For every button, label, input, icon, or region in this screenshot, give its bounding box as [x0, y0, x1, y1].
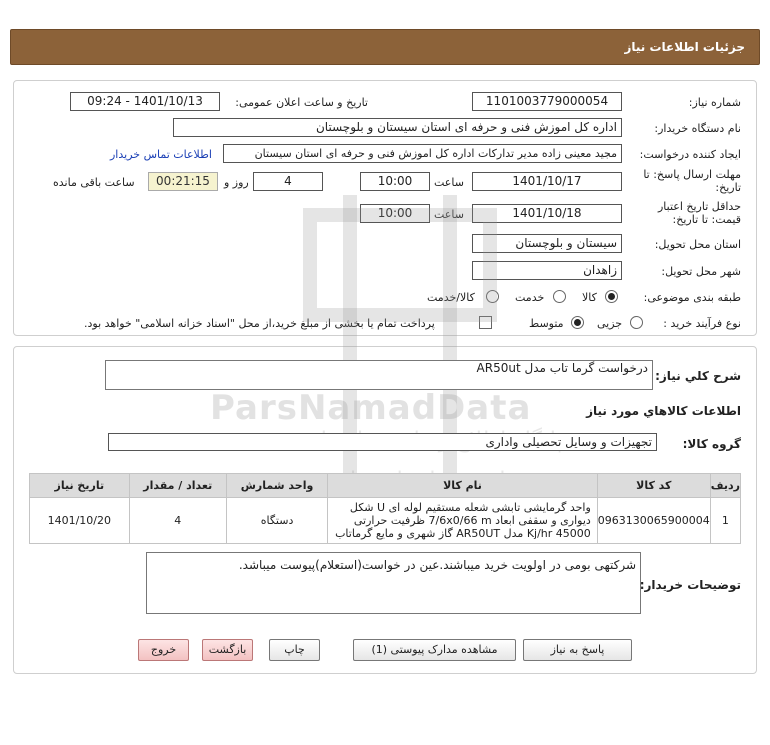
need-number-label: شماره نیاز:: [688, 96, 741, 109]
goods-table-header: ردیف کد کالا نام کالا واحد شمارش تعداد /…: [29, 473, 742, 498]
goods-group-field[interactable]: تجهیزات و وسایل تحصیلی واداری: [108, 433, 657, 451]
summary-field[interactable]: درخواست گرما تاب مدل AR50ut: [105, 360, 653, 390]
watermark-brand: ParsNamadData: [210, 388, 532, 428]
col-qty: تعداد / مقدار: [128, 473, 227, 498]
row-index: 1: [709, 497, 742, 544]
page-header: جزئیات اطلاعات نیاز: [10, 29, 760, 65]
buyer-org-label: نام دستگاه خریدار:: [654, 122, 741, 135]
page-title: جزئیات اطلاعات نیاز: [624, 40, 745, 54]
col-name: نام کالا: [327, 473, 598, 498]
process-label: نوع فرآیند خرید :: [663, 317, 741, 330]
requester-field[interactable]: مجید معینی زاده مدیر تدارکات اداره کل ام…: [223, 144, 622, 163]
province-label: استان محل تحویل:: [654, 238, 741, 251]
category-option-goods-service: کالا/خدمت: [427, 291, 475, 304]
category-radio-goods[interactable]: [605, 290, 618, 303]
city-field[interactable]: زاهدان: [472, 261, 622, 280]
goods-info-title: اطلاعات کالاهاي مورد نياز: [586, 404, 741, 418]
remaining-time-field: 00:21:15: [148, 172, 218, 191]
category-option-goods: کالا: [582, 291, 597, 304]
need-number-field[interactable]: 1101003779000054: [472, 92, 622, 111]
back-button[interactable]: بازگشت: [202, 639, 253, 661]
view-attachments-button[interactable]: مشاهده مدارک پیوستی (1): [353, 639, 516, 661]
row-unit: دستگاه: [225, 497, 329, 544]
validity-label: حداقل تاریخ اعتبار قیمت: تا تاریخ:: [657, 200, 741, 226]
treasury-payment-note: پرداخت تمام یا بخشی از مبلغ خرید،از محل …: [84, 317, 435, 330]
row-code: 0963130065900004: [596, 497, 711, 544]
requester-label: ایجاد کننده درخواست:: [639, 148, 741, 161]
buyer-org-field[interactable]: اداره کل اموزش فنی و حرفه ای استان سیستا…: [173, 118, 622, 137]
category-radio-service[interactable]: [553, 290, 566, 303]
buyer-notes-label: توضیحات خریدار:: [639, 578, 741, 592]
announce-field[interactable]: 1401/10/13 - 09:24: [70, 92, 220, 111]
col-index: ردیف: [709, 473, 742, 498]
category-label: طبقه بندی موضوعی:: [643, 291, 741, 304]
announce-label: تاریخ و ساعت اعلان عمومی:: [235, 96, 368, 109]
process-radio-minor[interactable]: [630, 316, 643, 329]
treasury-payment-checkbox[interactable]: [479, 316, 492, 329]
deadline-date-field[interactable]: 1401/10/17: [472, 172, 622, 191]
col-code: کد کالا: [596, 473, 711, 498]
province-field[interactable]: سیستان و بلوچستان: [472, 234, 622, 253]
deadline-label: مهلت ارسال پاسخ: تا تاریخ:: [643, 168, 741, 194]
city-label: شهر محل تحویل:: [661, 265, 741, 278]
category-radio-goods-service[interactable]: [486, 290, 499, 303]
remaining-label: ساعت باقی مانده: [53, 176, 135, 189]
days-field[interactable]: 4: [253, 172, 323, 191]
print-button[interactable]: چاپ: [269, 639, 320, 661]
goods-group-label: گروه کالا:: [682, 437, 741, 451]
row-name: واحد گرمایشی تابشی شعله مستقیم لوله ای U…: [327, 497, 598, 544]
col-unit: واحد شمارش: [225, 473, 329, 498]
buyer-contact-link[interactable]: اطلاعات تماس خریدار: [110, 148, 212, 161]
buyer-notes-field[interactable]: شرکتهی بومی در اولویت خرید میباشند.عین د…: [146, 552, 641, 614]
process-option-medium: متوسط: [529, 317, 564, 330]
deadline-time-field[interactable]: 10:00: [360, 172, 430, 191]
reply-button[interactable]: پاسخ به نیاز: [523, 639, 632, 661]
exit-button[interactable]: خروج: [138, 639, 189, 661]
row-qty: 4: [128, 497, 227, 544]
validity-date-field[interactable]: 1401/10/18: [472, 204, 622, 223]
row-date: 1401/10/20: [29, 497, 130, 544]
col-date: تاریخ نیاز: [29, 473, 130, 498]
goods-table: ردیف کد کالا نام کالا واحد شمارش تعداد /…: [29, 473, 742, 544]
summary-label: شرح کلي نياز:: [655, 369, 741, 383]
process-radio-medium[interactable]: [571, 316, 584, 329]
table-row[interactable]: 1 0963130065900004 واحد گرمایشی تابشی شع…: [29, 497, 742, 544]
days-label: روز و: [224, 176, 249, 189]
validity-time-field[interactable]: 10:00: [360, 204, 430, 223]
process-option-minor: جزیی: [597, 317, 623, 330]
deadline-time-label: ساعت: [434, 176, 464, 189]
category-option-service: خدمت: [515, 291, 545, 304]
validity-time-label: ساعت: [434, 208, 464, 221]
